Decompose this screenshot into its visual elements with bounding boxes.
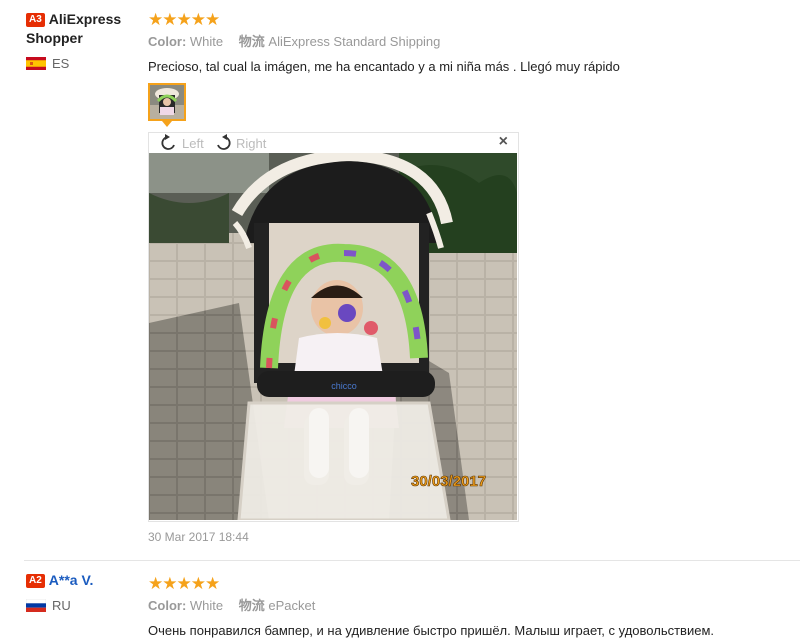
country-code: ES (52, 56, 70, 71)
shipping-label: 物流 (238, 598, 265, 613)
reviewer-name[interactable]: A**a V. (49, 572, 94, 588)
rotate-right-icon (213, 134, 233, 152)
color-label: Color: (148, 34, 187, 49)
reviewer-info: A3 AliExpress Shopper ES (26, 10, 136, 71)
reviewer-name-block: A3 AliExpress Shopper (26, 10, 136, 48)
order-info: Color: White 物流 AliExpress Standard Ship… (148, 34, 788, 50)
rotate-left-button[interactable]: Left (159, 134, 204, 152)
shipping-value: ePacket (268, 598, 316, 613)
review-text: Очень понравился бампер, и на удивление … (148, 623, 714, 638)
svg-text:chicco: chicco (331, 381, 357, 391)
star-rating: ★★★★★ (148, 574, 220, 593)
review-item: A3 AliExpress Shopper ES ★★★★★ Color: Whi… (0, 0, 800, 560)
reviewer-country: ES (26, 56, 136, 71)
review-content: ★★★★★ Color: White 物流 ePacket Очень понр… (148, 575, 788, 639)
country-code: RU (52, 598, 71, 613)
review-item: A2 A**a V. RU ★★★★★ Color: White 物流 ePack… (0, 561, 800, 640)
shipping-label: 物流 (238, 34, 265, 49)
reviewer-name-block: A2 A**a V. (26, 571, 136, 590)
buyer-level-badge: A2 (26, 574, 45, 588)
buyer-level-badge: A3 (26, 13, 45, 27)
thumbnail-pointer (162, 121, 172, 127)
rotate-right-label: Right (236, 135, 267, 151)
star-rating: ★★★★★ (148, 10, 220, 29)
review-content: ★★★★★ Color: White 物流 AliExpress Standar… (148, 10, 788, 544)
shipping-value: AliExpress Standard Shipping (268, 34, 441, 49)
order-info: Color: White 物流 ePacket (148, 598, 788, 614)
color-value: White (189, 598, 224, 613)
russia-flag-icon (25, 598, 47, 612)
review-photo: chicco 30/03/2017 (149, 153, 517, 520)
photo-viewer: Left Right × chicco 30/03/2017 (148, 132, 519, 522)
spain-flag-icon (26, 57, 46, 70)
close-icon[interactable]: × (499, 133, 508, 151)
rotate-left-icon (159, 134, 179, 152)
reviewer-info: A2 A**a V. RU (25, 571, 136, 613)
review-photo-thumbnail[interactable] (148, 83, 186, 121)
rotate-right-button[interactable]: Right (213, 134, 266, 152)
review-date: 30 Mar 2017 18:44 (148, 530, 249, 544)
color-value: White (189, 34, 224, 49)
photo-date-stamp: 30/03/2017 (411, 473, 486, 490)
photo-viewer-toolbar: Left Right × (149, 133, 518, 153)
color-label: Color: (148, 598, 187, 613)
reviewer-country: RU (25, 598, 136, 613)
review-text: Precioso, tal cual la imágen, me ha enca… (148, 59, 620, 74)
rotate-left-label: Left (182, 135, 204, 151)
